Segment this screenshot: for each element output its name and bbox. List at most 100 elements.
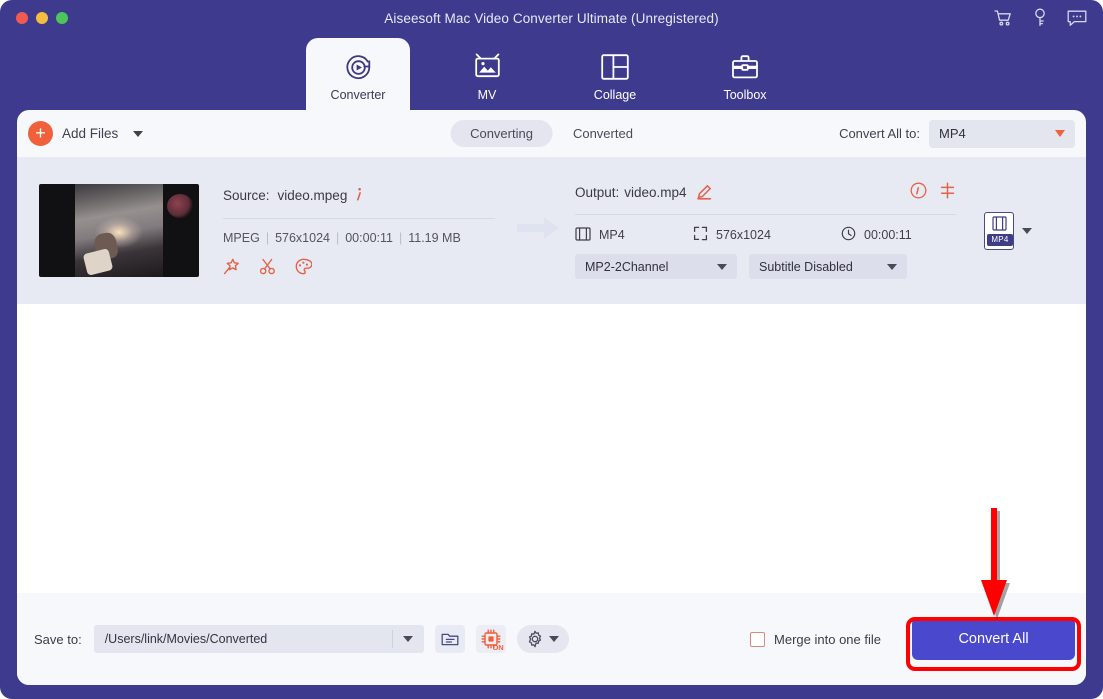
message-icon[interactable]: [1067, 9, 1087, 27]
convert-all-label: Convert All: [958, 631, 1029, 647]
save-path-value: /Users/link/Movies/Converted: [104, 632, 268, 646]
output-format-badge[interactable]: MP4: [984, 211, 1014, 250]
source-codec: MPEG: [223, 230, 260, 245]
subtitle-track-value: Subtitle Disabled: [759, 259, 853, 274]
film-icon: [991, 215, 1007, 231]
tab-mv[interactable]: MV: [435, 38, 539, 110]
info-circle-icon[interactable]: [910, 182, 927, 202]
chevron-down-icon: [717, 263, 727, 270]
tab-collage[interactable]: Collage: [563, 38, 667, 110]
tab-converter-label: Converter: [330, 88, 386, 102]
source-meta: MPEG | 576x1024 | 00:00:11 | 11.19 MB: [223, 231, 495, 245]
convert-all-format-value: MP4: [939, 126, 966, 141]
convert-all-format-select[interactable]: MP4: [929, 119, 1075, 148]
open-folder-button[interactable]: [434, 625, 465, 653]
convert-all-to-group: Convert All to: MP4: [839, 119, 1075, 148]
edit-pencil-icon[interactable]: [696, 184, 712, 200]
bottom-bar: Save to: /Users/link/Movies/Converted ON…: [17, 593, 1086, 685]
page-title: Aiseesoft Mac Video Converter Ultimate (…: [384, 11, 719, 26]
output-track-selects: MP2-2Channel Subtitle Disabled: [575, 254, 956, 279]
output-resolution-value: 576x1024: [716, 228, 771, 242]
chevron-down-icon: [1055, 130, 1065, 137]
thumbnail-flower-detail: [167, 194, 193, 218]
cart-icon[interactable]: [994, 9, 1013, 27]
format-badge-label: MP4: [987, 233, 1013, 246]
source-title-row: Source: video.mpeg: [223, 187, 495, 205]
collage-icon: [601, 48, 629, 86]
adjust-settings-icon[interactable]: [939, 182, 956, 202]
key-icon[interactable]: [1033, 8, 1047, 27]
toolbox-icon: [731, 48, 759, 86]
save-path-dropdown[interactable]: [391, 630, 413, 648]
window-action-icons: [994, 8, 1087, 27]
status-segment-control: Converting Converted: [450, 120, 653, 147]
clock-icon: [841, 226, 856, 244]
conversion-arrow-icon: [515, 214, 561, 247]
convert-all-to-label: Convert All to:: [839, 126, 920, 141]
meta-separator: |: [265, 230, 270, 245]
palette-icon[interactable]: [295, 258, 313, 275]
source-duration: 00:00:11: [345, 230, 393, 245]
audio-track-select[interactable]: MP2-2Channel: [575, 254, 737, 279]
tab-converting[interactable]: Converting: [450, 120, 553, 147]
main-panel: + Add Files Converting Converted Convert…: [17, 110, 1086, 685]
folder-icon: [441, 633, 459, 646]
output-format-value: MP4: [599, 228, 625, 242]
merge-label: Merge into one file: [774, 631, 881, 647]
source-label: Source:: [223, 188, 270, 203]
add-files-label: Add Files: [62, 126, 119, 141]
video-thumbnail[interactable]: [39, 184, 199, 277]
source-info: Source: video.mpeg MPEG | 576x1024 | 00:…: [223, 187, 495, 275]
output-specs: MP4 576x1024 00:00:11: [575, 226, 956, 244]
empty-file-list-area: [17, 304, 1086, 593]
source-filename: video.mpeg: [277, 188, 348, 203]
tab-converted[interactable]: Converted: [553, 120, 653, 147]
chevron-down-icon: [549, 636, 560, 642]
save-path-input[interactable]: /Users/link/Movies/Converted: [93, 625, 424, 653]
chevron-down-icon: [887, 263, 897, 270]
expand-icon: [693, 226, 708, 244]
chevron-down-icon[interactable]: [1022, 227, 1032, 234]
tab-mv-label: MV: [477, 88, 497, 102]
info-italic-icon[interactable]: [355, 187, 362, 205]
add-files-button[interactable]: + Add Files: [28, 121, 144, 146]
save-to-label: Save to:: [34, 631, 82, 647]
effects-icon[interactable]: [223, 258, 240, 275]
source-resolution: 576x1024: [275, 230, 330, 245]
main-nav-tabs: Converter MV Collage Toolbox: [0, 38, 1103, 110]
file-row: Source: video.mpeg MPEG | 576x1024 | 00:…: [17, 157, 1086, 304]
checkbox-box: [750, 631, 766, 647]
meta-separator: |: [398, 230, 403, 245]
gear-icon: [529, 630, 542, 648]
output-format-spec: MP4: [575, 226, 693, 244]
output-info: Output: video.mp4 MP4 576x1024 00:00:11 …: [575, 182, 956, 279]
output-format-badge-group: MP4: [984, 211, 1032, 250]
chevron-down-icon: [402, 636, 413, 642]
trim-scissors-icon[interactable]: [259, 258, 276, 275]
source-filesize: 11.19 MB: [408, 230, 461, 245]
output-duration-spec: 00:00:11: [841, 226, 912, 244]
gpu-on-badge: ON: [492, 643, 504, 652]
tab-toolbox[interactable]: Toolbox: [693, 38, 797, 110]
output-label: Output:: [575, 184, 620, 200]
source-edit-icons: [223, 258, 495, 275]
output-filename: video.mp4: [624, 184, 687, 200]
meta-separator: |: [335, 230, 340, 245]
chevron-down-icon[interactable]: [133, 130, 144, 137]
output-resolution-spec: 576x1024: [693, 226, 841, 244]
app-window: Aiseesoft Mac Video Converter Ultimate (…: [0, 0, 1103, 699]
convert-all-button[interactable]: Convert All: [912, 618, 1075, 660]
output-action-icons: [910, 182, 956, 202]
divider: [223, 217, 495, 219]
subtitle-track-select[interactable]: Subtitle Disabled: [749, 254, 907, 279]
output-title-row: Output: video.mp4: [575, 182, 956, 202]
audio-track-value: MP2-2Channel: [585, 259, 669, 274]
film-icon: [575, 226, 591, 244]
tab-converter[interactable]: Converter: [306, 38, 410, 110]
divider: [391, 630, 393, 648]
preferences-button[interactable]: [516, 625, 569, 653]
output-duration-value: 00:00:11: [864, 228, 912, 242]
merge-into-one-file-checkbox[interactable]: Merge into one file: [750, 631, 881, 647]
gpu-acceleration-button[interactable]: ON: [475, 625, 506, 653]
title-bar: Aiseesoft Mac Video Converter Ultimate (…: [0, 0, 1103, 38]
